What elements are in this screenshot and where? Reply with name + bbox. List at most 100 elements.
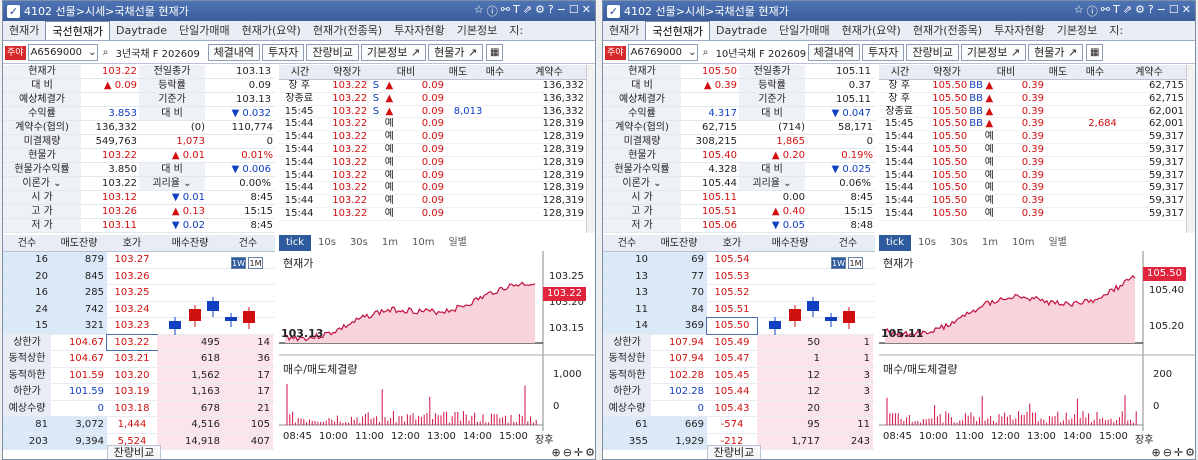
close-icon[interactable]: ✕	[1182, 3, 1191, 19]
toolbar-button-2[interactable]: 잔량비교	[306, 44, 359, 61]
trade-row[interactable]: 15:44 103.22 예 0.09 128,319	[279, 118, 586, 132]
bid-row[interactable]: 예상수량 0 105.43 20 3	[603, 400, 875, 417]
tab-3[interactable]: 단일가매매	[773, 21, 836, 40]
grid-icon[interactable]: ▦	[1086, 44, 1104, 61]
tab-7[interactable]: 기본정보	[1051, 21, 1103, 40]
help-icon[interactable]: ?	[548, 3, 554, 19]
trade-scrollbar[interactable]	[1186, 65, 1195, 233]
trade-row[interactable]: 15:44 103.22 예 0.09 128,319	[279, 208, 586, 221]
toolbar-button-0[interactable]: 체결내역	[807, 44, 861, 61]
trade-scrollbar[interactable]	[586, 65, 595, 233]
share-icon[interactable]: ⇗	[523, 3, 532, 19]
trade-row[interactable]: 장 후 105.50 BB ▲ 0.39 62,715	[879, 93, 1186, 106]
search-icon[interactable]: ⌕	[698, 47, 714, 58]
chart-tab-0[interactable]: tick	[279, 235, 311, 251]
trade-row[interactable]: 15:44 103.22 예 0.09 128,319	[279, 170, 586, 183]
toolbar-button-4[interactable]: 현물가 ↗	[428, 44, 484, 61]
settings-icon[interactable]: ⚙	[1185, 446, 1195, 459]
search-icon[interactable]: ⌕	[98, 47, 114, 58]
chart-tab-1[interactable]: 10s	[311, 235, 343, 251]
check-icon[interactable]: ✓	[607, 4, 620, 18]
info-icon[interactable]: ⓘ	[1087, 3, 1098, 19]
settings-icon[interactable]: ⚙	[535, 3, 545, 19]
bid-row[interactable]: 동적하한 102.28 105.45 12 3	[603, 367, 875, 384]
chart-tab-0[interactable]: tick	[879, 235, 911, 251]
toolbar-button-0[interactable]: 체결내역	[207, 44, 261, 61]
tab-5[interactable]: 현재가(전종목)	[307, 21, 388, 40]
tab-1[interactable]: 국선현재가	[45, 21, 110, 40]
link-icon[interactable]: ⚯	[1101, 3, 1110, 19]
zoom-out-icon[interactable]: ⊖	[563, 446, 572, 459]
cross-icon[interactable]: ✛	[1174, 446, 1183, 459]
trade-row[interactable]: 15:44 103.22 예 0.09 128,319	[279, 131, 586, 144]
period-button-1[interactable]: 1M	[248, 257, 263, 269]
tab-1[interactable]: 국선현재가	[645, 21, 710, 40]
bid-row[interactable]: 예상수량 0 103.18 678 21	[3, 400, 275, 417]
tab-4[interactable]: 현재가(요약)	[836, 21, 907, 40]
toolbar-button-2[interactable]: 잔량비교	[906, 44, 959, 61]
toolbar-button-1[interactable]: 투자자	[862, 44, 905, 61]
period-button-0[interactable]: 1W	[231, 257, 246, 269]
trade-row[interactable]: 장종료 105.50 BB ▲ 0.39 62,001	[879, 106, 1186, 119]
tab-8[interactable]: 지:	[503, 21, 529, 40]
period-button-0[interactable]: 1W	[831, 257, 846, 269]
chart-tab-2[interactable]: 30s	[343, 235, 375, 251]
bid-row[interactable]: 동적상한 107.94 105.47 1 1	[603, 351, 875, 368]
tab-4[interactable]: 현재가(요약)	[236, 21, 307, 40]
tab-8[interactable]: 지:	[1103, 21, 1129, 40]
minimize-icon[interactable]: −	[557, 3, 566, 19]
bid-row[interactable]: 하한가 102.28 105.44 12 3	[603, 384, 875, 401]
trade-row[interactable]: 15:45 105.50 BB ▲ 0.39 2,684 62,001	[879, 118, 1186, 132]
balance-compare-button[interactable]: 잔량비교	[707, 445, 761, 459]
trade-row[interactable]: 15:44 105.50 예 0.39 59,317	[879, 170, 1186, 183]
tab-6[interactable]: 투자자현황	[988, 21, 1051, 40]
trade-row[interactable]: 15:44 103.22 예 0.09 128,319	[279, 195, 586, 208]
trade-row[interactable]: 15:44 105.50 예 0.39 59,317	[879, 182, 1186, 196]
code-input[interactable]: A6769000 ⌄	[627, 44, 698, 61]
cross-icon[interactable]: ✛	[574, 446, 583, 459]
trade-row[interactable]: 15:44 105.50 예 0.39 59,317	[879, 131, 1186, 144]
balance-compare-button[interactable]: 잔량비교	[107, 445, 161, 459]
period-button-1[interactable]: 1M	[848, 257, 863, 269]
trade-row[interactable]: 장 후 105.50 BB ▲ 0.39 62,715	[879, 80, 1186, 93]
zoom-out-icon[interactable]: ⊖	[1163, 446, 1172, 459]
text-icon[interactable]: T	[513, 3, 520, 19]
zoom-in-icon[interactable]: ⊕	[1151, 446, 1160, 459]
minimize-icon[interactable]: −	[1157, 3, 1166, 19]
toolbar-button-4[interactable]: 현물가 ↗	[1028, 44, 1084, 61]
trade-row[interactable]: 15:44 105.50 예 0.39 59,317	[879, 195, 1186, 208]
trade-row[interactable]: 15:44 105.50 예 0.39 59,317	[879, 208, 1186, 221]
help-icon[interactable]: ?	[1148, 3, 1154, 19]
settings-icon[interactable]: ⚙	[585, 446, 595, 459]
code-input[interactable]: A6569000 ⌄	[27, 44, 98, 61]
info-icon[interactable]: ⓘ	[487, 3, 498, 19]
chart-tab-5[interactable]: 일별	[441, 235, 473, 251]
grid-icon[interactable]: ▦	[486, 44, 504, 61]
share-icon[interactable]: ⇗	[1123, 3, 1132, 19]
zoom-in-icon[interactable]: ⊕	[551, 446, 560, 459]
trade-row[interactable]: 15:44 103.22 예 0.09 128,319	[279, 144, 586, 157]
text-icon[interactable]: T	[1113, 3, 1120, 19]
star-icon[interactable]: ☆	[474, 3, 484, 19]
tab-5[interactable]: 현재가(전종목)	[907, 21, 988, 40]
chart-tab-4[interactable]: 10m	[405, 235, 441, 251]
maximize-icon[interactable]: ☐	[1169, 3, 1179, 19]
toolbar-button-1[interactable]: 투자자	[262, 44, 305, 61]
chart-tab-3[interactable]: 1m	[975, 235, 1005, 251]
settings-icon[interactable]: ⚙	[1135, 3, 1145, 19]
chart-tab-4[interactable]: 10m	[1005, 235, 1041, 251]
chart-tab-2[interactable]: 30s	[943, 235, 975, 251]
tab-0[interactable]: 현재가	[603, 21, 645, 40]
bid-row[interactable]: 동적상한 104.67 103.21 618 36	[3, 351, 275, 368]
star-icon[interactable]: ☆	[1074, 3, 1084, 19]
trade-row[interactable]: 장 후 103.22 S ▲ 0.09 136,332	[279, 80, 586, 93]
chart-tab-5[interactable]: 일별	[1041, 235, 1073, 251]
bid-row[interactable]: 하한가 101.59 103.19 1,163 17	[3, 384, 275, 401]
trade-row[interactable]: 15:44 105.50 예 0.39 59,317	[879, 157, 1186, 170]
close-icon[interactable]: ✕	[582, 3, 591, 19]
trade-row[interactable]: 15:44 103.22 예 0.09 128,319	[279, 157, 586, 170]
tab-0[interactable]: 현재가	[3, 21, 45, 40]
check-icon[interactable]: ✓	[7, 4, 20, 18]
link-icon[interactable]: ⚯	[501, 3, 510, 19]
trade-row[interactable]: 장종료 103.22 S ▲ 0.09 136,332	[279, 93, 586, 106]
